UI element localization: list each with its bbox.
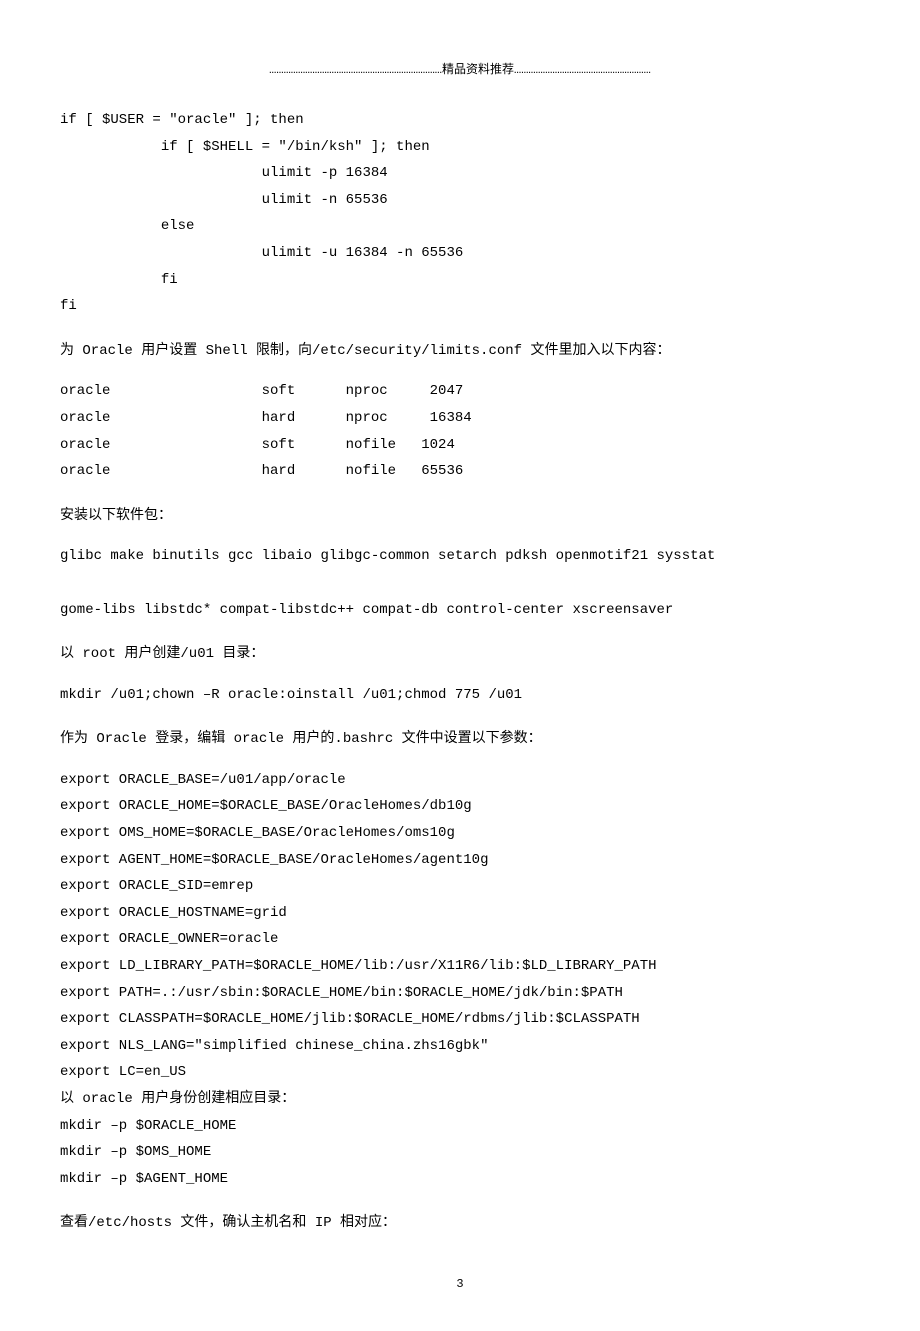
document-page: ………………………………………………………………精品资料推荐…………………………… <box>0 0 920 1331</box>
para-etc-hosts: 查看/etc/hosts 文件，确认主机名和 IP 相对应： <box>60 1210 860 1237</box>
code-shell-limit: if [ $USER = "oracle" ]; then if [ $SHEL… <box>60 107 860 320</box>
code-exports: export ORACLE_BASE=/u01/app/oracle expor… <box>60 767 860 1193</box>
para-install-packages: 安装以下软件包： <box>60 503 860 530</box>
code-limits-conf: oracle soft nproc 2047 oracle hard nproc… <box>60 378 860 484</box>
para-bashrc: 作为 Oracle 登录，编辑 oracle 用户的.bashrc 文件中设置以… <box>60 726 860 753</box>
para-create-u01: 以 root 用户创建/u01 目录： <box>60 641 860 668</box>
page-header: ………………………………………………………………精品资料推荐…………………………… <box>60 60 860 77</box>
code-mkdir-u01: mkdir /u01;chown –R oracle:oinstall /u01… <box>60 682 860 709</box>
code-packages: glibc make binutils gcc libaio glibgc-co… <box>60 543 860 623</box>
page-number: 3 <box>60 1277 860 1291</box>
para-limits-conf: 为 Oracle 用户设置 Shell 限制，向/etc/security/li… <box>60 338 860 365</box>
